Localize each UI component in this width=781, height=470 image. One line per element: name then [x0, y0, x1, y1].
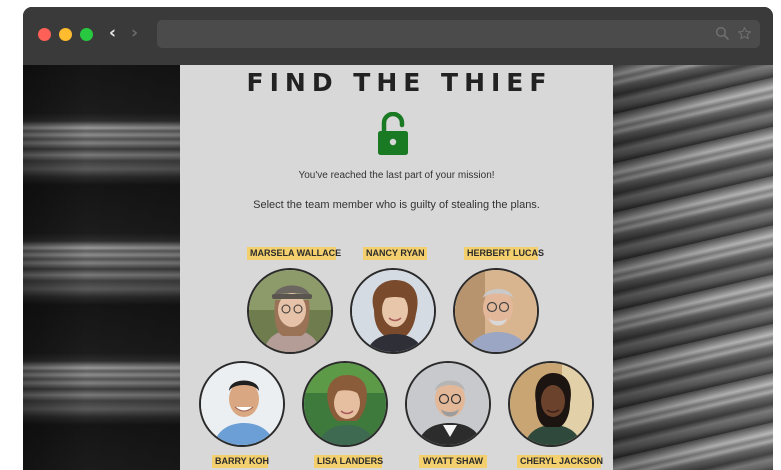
browser-window: ‹ › FIND THE THIEF You've reached the la…	[23, 7, 773, 470]
suspect-label[interactable]: CHERYL JACKSON	[517, 455, 603, 468]
unlocked-padlock-icon	[378, 112, 408, 155]
search-icon[interactable]	[715, 26, 730, 41]
suspect-photo-barry-koh[interactable]	[199, 361, 285, 447]
page-viewport: FIND THE THIEF You've reached the last p…	[23, 65, 773, 470]
suspect-label[interactable]: NANCY RYAN	[363, 247, 427, 260]
instruction-message: Select the team member who is guilty of …	[253, 199, 540, 211]
forward-arrow-icon[interactable]: ›	[131, 23, 138, 43]
maximize-window-button[interactable]	[80, 28, 93, 41]
background-photo-left	[23, 65, 180, 470]
suspect-label[interactable]: BARRY KOH	[212, 455, 269, 468]
suspect-label[interactable]: WYATT SHAW	[419, 455, 487, 468]
mission-progress-message: You've reached the last part of your mis…	[298, 170, 495, 181]
minimize-window-button[interactable]	[59, 28, 72, 41]
background-photo-right	[613, 65, 773, 470]
close-window-button[interactable]	[38, 28, 51, 41]
suspect-photo-herbert-lucas[interactable]	[453, 268, 539, 354]
suspect-label[interactable]: HERBERT LUCAS	[464, 247, 544, 260]
suspect-photo-wyatt-shaw[interactable]	[405, 361, 491, 447]
star-icon[interactable]	[737, 26, 752, 41]
suspect-photo-cheryl-jackson[interactable]	[508, 361, 594, 447]
browser-toolbar: ‹ ›	[23, 7, 773, 65]
address-bar[interactable]	[157, 20, 760, 48]
mission-panel: FIND THE THIEF You've reached the last p…	[180, 65, 613, 470]
suspect-photo-nancy-ryan[interactable]	[350, 268, 436, 354]
suspect-photo-marsela-wallace[interactable]	[247, 268, 333, 354]
page-title: FIND THE THIEF	[246, 68, 553, 97]
back-arrow-icon[interactable]: ‹	[109, 23, 116, 43]
suspect-label[interactable]: MARSELA WALLACE	[247, 247, 341, 260]
suspect-label[interactable]: LISA LANDERS	[314, 455, 383, 468]
suspect-photo-lisa-landers[interactable]	[302, 361, 388, 447]
